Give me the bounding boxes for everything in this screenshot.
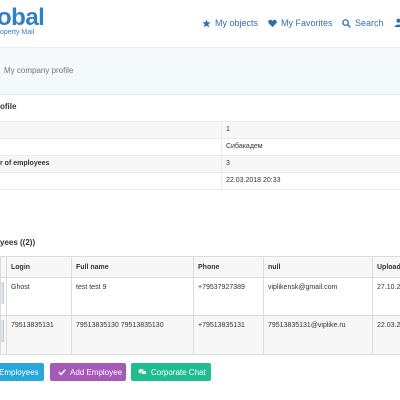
button-label: Corporate Chat xyxy=(151,367,206,377)
column-header[interactable]: null xyxy=(263,256,373,278)
nav-my-objects[interactable]: My objects xyxy=(202,18,258,28)
column-divider xyxy=(221,139,222,156)
top-header: obal operty Mail My objects My Favorites… xyxy=(0,0,400,46)
corporate-chat-button[interactable]: Corporate Chat xyxy=(131,363,211,381)
info-value: 22.03.2018 20:33 xyxy=(226,177,281,184)
uploaded-cell: 22.03.20 xyxy=(372,315,400,355)
info-value: Сибакадем xyxy=(226,143,263,150)
profile-bar-label: My company profile xyxy=(4,66,74,75)
column-header[interactable]: Login xyxy=(6,256,72,278)
avatar[interactable] xyxy=(1,320,4,342)
full-name-cell: 79513835130 79513835130 xyxy=(71,315,194,355)
info-value: 3 xyxy=(226,160,230,167)
profile-section-title: ofile xyxy=(0,102,17,111)
nav-search[interactable]: Search xyxy=(342,18,384,28)
user-icon xyxy=(394,18,400,27)
button-label: Add Employee xyxy=(70,367,123,377)
table-bottom-border xyxy=(0,189,400,190)
avatar-cell xyxy=(0,277,7,316)
star-icon xyxy=(202,18,211,28)
table-row[interactable]: Ghost test test 9 +79537927389 viplikens… xyxy=(0,277,400,316)
login-cell: Ghost xyxy=(6,277,72,316)
info-row: Сибакадем xyxy=(0,138,400,156)
table-row[interactable]: 79513835131 79513835130 79513835130 +795… xyxy=(0,315,400,355)
nav-label: Search xyxy=(355,18,384,28)
phone-cell: +79513835131 xyxy=(193,315,264,355)
search-icon xyxy=(342,18,351,28)
nav-label: My Favorites xyxy=(281,18,333,28)
login-cell: 79513835131 xyxy=(6,315,72,355)
info-row: 1 xyxy=(0,121,400,139)
column-header[interactable]: Full name xyxy=(71,256,194,278)
column-divider xyxy=(221,173,222,190)
uploaded-cell: 27.10.20 xyxy=(372,277,400,316)
add-employee-button[interactable]: Add Employee xyxy=(50,363,126,381)
email-cell: 79513835131@viplike.ru xyxy=(263,315,373,355)
full-name-cell: test test 9 xyxy=(71,277,194,316)
nav-my-favorites[interactable]: My Favorites xyxy=(268,18,333,28)
avatar[interactable] xyxy=(1,282,4,304)
column-divider xyxy=(221,156,222,173)
employees-table: Login Full name Phone null Uploade Ghost… xyxy=(0,256,400,355)
employees-button[interactable]: Employees xyxy=(0,363,44,381)
logo-text[interactable]: obal xyxy=(0,4,45,32)
logo-subtext: operty Mail xyxy=(0,29,35,36)
info-value: 1 xyxy=(226,126,230,133)
info-row: 22.03.2018 20:33 xyxy=(0,172,400,190)
phone-cell: +79537927389 xyxy=(193,277,264,316)
info-row: r of employees 3 xyxy=(0,155,400,173)
info-key: r of employees xyxy=(0,160,50,167)
profile-breadcrumb-bar: My company profile xyxy=(0,47,400,95)
chat-icon xyxy=(138,368,147,376)
heart-icon xyxy=(268,19,277,28)
avatar-cell xyxy=(0,315,7,355)
nav-label: My objects xyxy=(215,18,259,28)
nav-user[interactable] xyxy=(394,18,400,27)
table-header-row: Login Full name Phone null Uploade xyxy=(0,256,400,278)
column-header[interactable]: Phone xyxy=(193,256,264,278)
column-divider xyxy=(221,122,222,139)
employees-section-title: yees ((2)) xyxy=(0,238,36,247)
email-cell: viplikensk@gmail.com xyxy=(263,277,373,316)
button-label: Employees xyxy=(0,367,39,377)
column-header[interactable]: Uploade xyxy=(372,256,400,278)
checkmark-icon xyxy=(58,368,66,376)
